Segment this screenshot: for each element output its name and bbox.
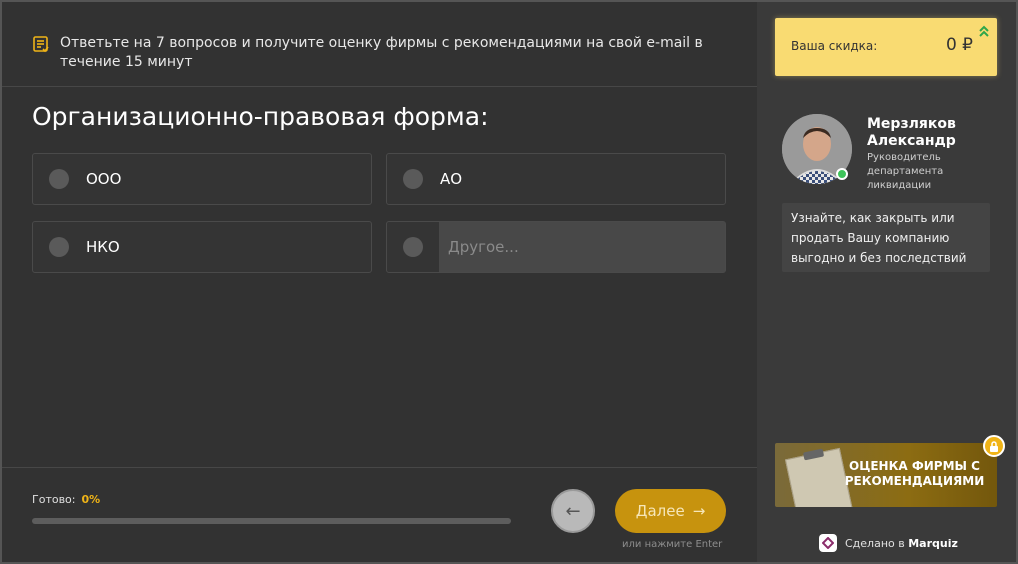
radio-button[interactable]: [49, 169, 69, 189]
bonus-banner[interactable]: Оценка фирмы с рекомендациями: [775, 443, 997, 507]
manager-message: Узнайте, как закрыть или продать Вашу ко…: [782, 203, 990, 272]
next-label: Далее: [635, 502, 685, 520]
arrow-left-icon: ←: [565, 500, 581, 522]
made-by-link[interactable]: Сделано в Marquiz: [819, 534, 958, 552]
option-other[interactable]: [386, 221, 726, 273]
hint-text: Ответьте на 7 вопросов и получите оценку…: [60, 35, 703, 70]
radio-button[interactable]: [49, 237, 69, 257]
radio-button[interactable]: [403, 237, 423, 257]
enter-hint: или нажмите Enter: [622, 539, 723, 550]
discount-box: Ваша скидка: 0 ₽: [775, 18, 997, 76]
footer-divider: [2, 467, 757, 468]
online-status-dot: [836, 168, 848, 180]
header-divider: [2, 86, 757, 87]
arrow-right-icon: →: [692, 502, 706, 520]
made-by-text: Сделано в: [845, 536, 905, 550]
option-label: ООО: [86, 170, 122, 188]
radio-button[interactable]: [403, 169, 423, 189]
option-nko[interactable]: НКО: [32, 221, 372, 273]
manager-role: Руководитель департамента ликвидации: [867, 152, 944, 191]
marquiz-logo-icon: [819, 534, 837, 552]
back-button[interactable]: ←: [551, 489, 595, 533]
double-chevron-up-icon: [979, 25, 989, 37]
discount-value: 0 ₽: [945, 35, 973, 55]
progress-label-text: Готово:: [32, 493, 76, 506]
checklist-icon: [33, 36, 49, 53]
made-by-brand: Marquiz: [908, 536, 958, 550]
progress-value: 0%: [81, 493, 101, 506]
other-input[interactable]: [439, 222, 725, 272]
discount-label: Ваша скидка:: [791, 39, 878, 53]
option-label: НКО: [86, 238, 120, 256]
progress-bar: [32, 518, 511, 524]
manager-name: Мерзляков Александр: [867, 116, 956, 149]
quiz-sidebar: Ваша скидка: 0 ₽ Мерзляков Александр Рук…: [757, 2, 1016, 562]
lock-icon: [983, 435, 1005, 457]
bonus-text: Оценка фирмы с рекомендациями: [844, 459, 985, 488]
progress-label: Готово: 0%: [32, 493, 100, 506]
next-button[interactable]: Далее →: [615, 489, 726, 533]
quiz-hint: Ответьте на 7 вопросов и получите оценку…: [32, 34, 732, 72]
question-title: Организационно-правовая форма:: [32, 102, 489, 131]
quiz-main: Ответьте на 7 вопросов и получите оценку…: [2, 2, 757, 562]
option-ooo[interactable]: ООО: [32, 153, 372, 205]
option-ao[interactable]: АО: [386, 153, 726, 205]
option-label: АО: [440, 170, 463, 188]
